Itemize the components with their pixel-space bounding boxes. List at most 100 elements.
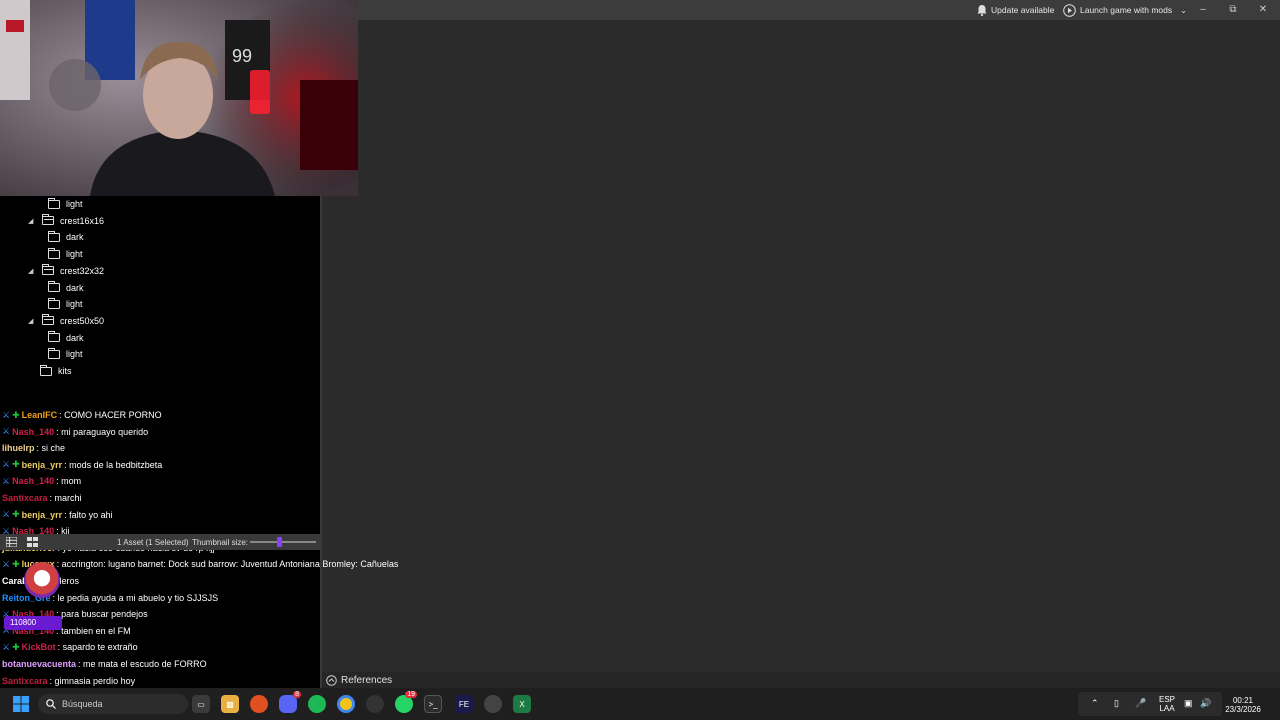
microphone-icon[interactable]: 🎤 [1135, 698, 1146, 709]
chat-username[interactable]: KickBot [22, 642, 56, 652]
fe-app-label: FE [458, 699, 470, 709]
chevron-up-icon[interactable]: ⌃ [1091, 698, 1099, 709]
tree-item[interactable]: dark [48, 331, 84, 345]
chat-message: Santixcara: marchi [2, 491, 82, 505]
folder-icon [48, 347, 60, 359]
network-icon[interactable]: ▣ [1184, 698, 1193, 709]
subscriber-badge-icon: ✚ [12, 409, 20, 420]
chat-username[interactable]: benja_yrr [22, 510, 63, 520]
steam-icon[interactable] [484, 695, 502, 713]
volume-icon[interactable]: 🔊 [1200, 698, 1211, 709]
tree-item[interactable]: ◢ crest32x32 [28, 264, 104, 278]
expand-caret-icon[interactable]: ◢ [28, 267, 36, 275]
list-view-icon[interactable] [27, 537, 38, 547]
moderator-badge-icon: ⚔ [2, 475, 11, 486]
taskbar-search-box[interactable]: Búsqueda [38, 694, 188, 714]
windows-taskbar: Búsqueda ▭ ▩ 8 19 >_ FE X ⌃ ▯ 🎤 ESP LAA … [0, 688, 1280, 720]
chat-text: : mom [56, 476, 82, 487]
chevron-up-circle-icon[interactable] [326, 674, 337, 686]
tree-item-label: crest16x16 [60, 215, 105, 226]
grid-view-icon[interactable] [5, 536, 18, 548]
chat-text: : falto yo ahi [64, 509, 113, 520]
tree-item-label: kits [58, 366, 72, 376]
chat-text: : sapardo te extraño [57, 642, 138, 653]
maximize-button[interactable]: ⧉ [1223, 3, 1243, 17]
window-titlebar: Update available Launch game with mods ⌄… [358, 0, 1280, 20]
tree-item[interactable]: kits [40, 364, 72, 378]
chat-username[interactable]: Nash_140 [12, 476, 54, 486]
close-button[interactable]: ✕ [1253, 3, 1273, 17]
chat-message: ⚔ Nash_140: mom [2, 474, 81, 488]
windows-start-icon[interactable] [12, 695, 30, 713]
fe-app-icon[interactable]: FE [455, 695, 473, 713]
usb-icon[interactable]: ▯ [1114, 698, 1119, 709]
discord-icon[interactable]: 8 [279, 691, 301, 713]
language-indicator[interactable]: ESP LAA [1158, 695, 1176, 713]
chat-username[interactable]: benja_yrr [22, 460, 63, 470]
chat-text: : me mata el escudo de FORRO [78, 659, 207, 669]
chat-message: botanuevacuenta: me mata el escudo de FO… [2, 657, 207, 671]
task-view-icon[interactable]: ▭ [192, 695, 210, 713]
keyboard-layout: LAA [1159, 704, 1175, 713]
thumbnail-size-slider[interactable] [250, 537, 316, 547]
references-label: References [341, 674, 393, 686]
tree-item-label: light [66, 249, 83, 260]
svg-text:99: 99 [232, 46, 252, 66]
folder-open-icon [42, 264, 54, 276]
tree-item-label: dark [66, 282, 84, 293]
moderator-badge-icon: ⚔ [2, 641, 11, 652]
folder-open-icon [42, 214, 54, 226]
chat-username[interactable]: lihuelrp [2, 443, 35, 453]
chat-username[interactable]: LeanIFC [22, 410, 58, 420]
language-code: ESP [1158, 695, 1175, 704]
asset-status-bar: 1 Asset (1 Selected) Thumbnail size: [0, 534, 320, 550]
chrome-icon[interactable] [337, 695, 355, 713]
thumbnail-size-knob[interactable] [277, 537, 283, 547]
excel-icon[interactable]: X [513, 695, 531, 713]
launch-game-button[interactable]: Launch game with mods ⌄ [1063, 3, 1187, 17]
tree-item[interactable]: light [48, 197, 83, 211]
chat-username[interactable]: Santixcara [2, 493, 48, 503]
folder-icon [40, 364, 52, 376]
tree-item-label: crest32x32 [60, 265, 105, 276]
file-explorer-icon[interactable]: ▩ [221, 695, 239, 713]
minimize-button[interactable]: – [1193, 3, 1213, 17]
chat-text: : gimnasia perdio hoy [49, 675, 136, 686]
panel-splitter[interactable] [320, 196, 322, 688]
tree-item[interactable]: light [48, 297, 83, 311]
tree-item[interactable]: ◢ crest50x50 [28, 314, 104, 328]
tree-item[interactable]: light [48, 347, 83, 361]
references-bar[interactable]: References [322, 672, 1280, 688]
update-available-button[interactable]: Update available [977, 3, 1054, 17]
obs-studio-icon[interactable] [366, 695, 384, 713]
tree-item-label: dark [66, 232, 84, 243]
clock-time: 00:21 [1232, 696, 1254, 705]
terminal-icon[interactable]: >_ [424, 695, 442, 713]
brave-browser-icon[interactable] [250, 695, 268, 713]
chat-text: : mi paraguayo querido [56, 426, 149, 437]
stream-alert-badge: 110800 [4, 560, 64, 636]
tree-item-label: light [66, 199, 83, 209]
spotify-icon[interactable] [308, 695, 326, 713]
tree-item[interactable]: ◢ crest16x16 [28, 214, 104, 228]
update-available-label: Update available [991, 5, 1055, 15]
subscriber-badge-icon: ✚ [12, 641, 20, 652]
expand-caret-icon[interactable]: ◢ [28, 317, 36, 325]
chat-username[interactable]: botanuevacuenta [2, 659, 76, 669]
clock[interactable]: 00:21 23/3/2026 [1218, 696, 1268, 714]
launch-game-label: Launch game with mods [1080, 5, 1173, 15]
folder-icon [48, 247, 60, 259]
tree-item[interactable]: dark [48, 230, 84, 244]
chat-username[interactable]: Santixcara [2, 676, 48, 686]
chevron-down-icon[interactable]: ⌄ [1180, 6, 1187, 15]
expand-caret-icon[interactable]: ◢ [28, 217, 36, 225]
discord-badge: 8 [293, 691, 301, 698]
folder-icon [48, 331, 60, 343]
chat-text: : le pedia ayuda a mi abuelo y tio SJJSJ… [52, 592, 219, 603]
tree-item[interactable]: light [48, 247, 83, 261]
chat-username[interactable]: Nash_140 [12, 427, 54, 437]
editor-viewport [322, 40, 1280, 672]
whatsapp-icon[interactable]: 19 [395, 691, 417, 713]
tree-item-label: dark [66, 332, 84, 343]
tree-item[interactable]: dark [48, 281, 84, 295]
